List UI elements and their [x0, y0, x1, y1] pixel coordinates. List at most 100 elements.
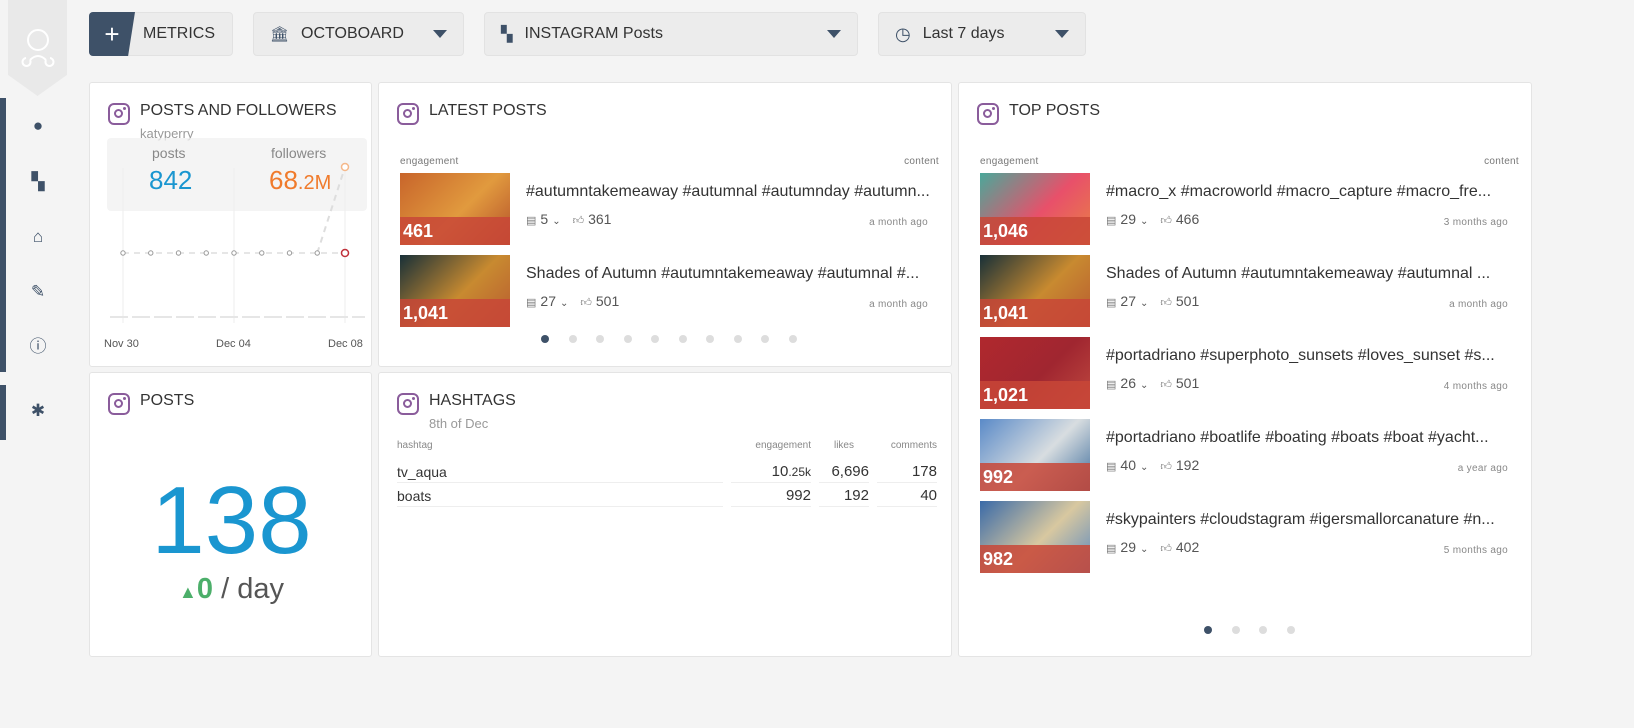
post-item[interactable]: 1,046 #macro_x #macroworld #macro_capture…	[980, 173, 1530, 245]
per-day-label: / day	[221, 573, 284, 605]
pagination-dot[interactable]	[733, 335, 742, 343]
instagram-icon	[397, 103, 419, 125]
post-caption[interactable]: #portadriano #boatlife #boating #boats #…	[1106, 429, 1511, 447]
engagement-value: 992	[785, 487, 811, 504]
expand-comments-icon[interactable]: ⌄	[1140, 462, 1148, 473]
post-thumbnail[interactable]: 1,041	[980, 255, 1090, 327]
likes-count: 501	[595, 293, 620, 309]
table-row[interactable]: boats 992 192 40	[397, 483, 937, 507]
likes-count: 501	[1175, 293, 1200, 309]
pagination-dot[interactable]	[678, 335, 687, 343]
expand-comments-icon[interactable]: ⌄	[1140, 298, 1148, 309]
like-icon: 👍︎	[580, 297, 592, 309]
pagination-dot[interactable]	[541, 335, 549, 343]
engagement-value: 1,041	[983, 303, 1029, 323]
post-age: a month ago	[1449, 299, 1508, 310]
pagination-dot[interactable]	[788, 335, 797, 343]
column-header: content	[904, 156, 939, 167]
pagination-dot[interactable]	[623, 335, 632, 343]
engagement-value: 1,021	[983, 385, 1029, 405]
post-thumbnail[interactable]: 982	[980, 501, 1090, 573]
column-header: engagement	[400, 156, 459, 167]
post-thumbnail[interactable]: 1,046	[980, 173, 1090, 245]
followers-point	[340, 162, 350, 172]
octoboard-logo[interactable]	[8, 0, 67, 96]
posts-point	[286, 250, 293, 256]
date-range-select[interactable]: ◷ Last 7 days	[878, 12, 1086, 56]
source-select[interactable]: ▚ INSTAGRAM Posts	[484, 12, 858, 56]
engagement-suffix: .25k	[788, 465, 811, 479]
comments-count: 5	[540, 211, 549, 227]
post-caption[interactable]: Shades of Autumn #autumntakemeaway #autu…	[1106, 265, 1511, 283]
comment-icon: ▤	[1106, 461, 1117, 473]
post-thumbnail[interactable]: 1,021	[980, 337, 1090, 409]
user-circle-icon[interactable]: ●	[28, 116, 48, 136]
expand-comments-icon[interactable]: ⌄	[1140, 544, 1148, 555]
post-thumbnail[interactable]: 992	[980, 419, 1090, 491]
caret-down-icon	[827, 30, 841, 38]
posts-followers-widget: POSTS AND FOLLOWERS katyperry posts 842 …	[89, 82, 372, 367]
pagination-dot[interactable]	[596, 335, 604, 343]
expand-comments-icon[interactable]: ⌄	[552, 216, 560, 227]
top-posts-widget: TOP POSTS engagement content 1,046 #macro…	[958, 82, 1532, 657]
metrics-label: METRICS	[143, 25, 215, 42]
post-caption[interactable]: Shades of Autumn #autumntakemeaway #autu…	[526, 265, 931, 283]
expand-comments-icon[interactable]: ⌄	[1140, 380, 1148, 391]
pagination-dot[interactable]	[651, 335, 659, 343]
pagination-dot[interactable]	[761, 335, 769, 343]
bank-icon[interactable]: ⌂	[28, 227, 48, 247]
post-item[interactable]: 461 #autumntakemeaway #autumnal #autumnda…	[400, 173, 950, 245]
posts-point	[314, 250, 320, 256]
pagination-dot[interactable]	[1204, 626, 1212, 634]
plug-icon[interactable]: ✎	[28, 282, 48, 302]
comments-cell: 178	[877, 459, 937, 483]
dashboard-icon[interactable]: ▚	[28, 172, 48, 192]
table-row[interactable]: tv_aqua 10.25k 6,696 178	[397, 459, 937, 483]
hashtags-table: hashtag engagement likes comments tv_aqu…	[389, 440, 945, 507]
comments-count: 29	[1120, 211, 1136, 227]
bug-icon[interactable]: ✱	[28, 401, 48, 421]
post-age: 4 months ago	[1443, 381, 1508, 392]
expand-comments-icon[interactable]: ⌄	[1140, 216, 1148, 227]
like-icon: 👍︎	[1160, 543, 1172, 555]
pagination-dot[interactable]	[568, 335, 577, 343]
post-item[interactable]: 1,041 Shades of Autumn #autumntakemeaway …	[400, 255, 950, 327]
posts-widget: POSTS 138 ▲0 / day	[89, 372, 372, 657]
post-caption[interactable]: #autumntakemeaway #autumnal #autumnday #…	[526, 183, 931, 201]
like-icon: 👍︎	[1160, 461, 1172, 473]
comment-icon: ▤	[526, 297, 537, 309]
instagram-icon	[977, 103, 999, 125]
post-age: a year ago	[1457, 463, 1508, 474]
x-tick-label: Dec 04	[216, 338, 251, 350]
post-item[interactable]: 992 #portadriano #boatlife #boating #boat…	[980, 419, 1530, 491]
pagination-dot[interactable]	[706, 335, 714, 343]
post-caption[interactable]: #macro_x #macroworld #macro_capture #mac…	[1106, 183, 1511, 201]
expand-comments-icon[interactable]: ⌄	[560, 298, 568, 309]
post-caption[interactable]: #portadriano #superphoto_sunsets #loves_…	[1106, 347, 1511, 365]
post-item[interactable]: 1,041 Shades of Autumn #autumntakemeaway …	[980, 255, 1530, 327]
like-icon: 👍︎	[1160, 215, 1172, 227]
post-age: 5 months ago	[1443, 545, 1508, 556]
post-stats: ▤ 26 ⌄ 👍︎ 501	[1106, 375, 1203, 391]
post-item[interactable]: 982 #skypainters #cloudstagram #igersmall…	[980, 501, 1530, 573]
info-icon[interactable]: ⓘ	[28, 337, 48, 357]
dashboard-select[interactable]: 🏛 OCTOBOARD	[253, 12, 464, 56]
post-thumbnail[interactable]: 1,041	[400, 255, 510, 327]
widget-title: POSTS	[140, 392, 195, 409]
pagination-dot[interactable]	[1231, 626, 1240, 634]
post-stats: ▤ 29 ⌄ 👍︎ 402	[1106, 539, 1203, 555]
posts-point	[203, 250, 209, 256]
comments-count: 27	[540, 293, 556, 309]
column-header: engagement	[980, 156, 1039, 167]
comments-cell: 40	[877, 483, 937, 507]
sidebar-active-bar	[0, 98, 6, 372]
date-range-value: Last 7 days	[922, 25, 1005, 42]
pagination-dot[interactable]	[1286, 626, 1295, 634]
pagination-dot[interactable]	[1259, 626, 1267, 634]
engagement-value: 461	[403, 221, 434, 241]
post-item[interactable]: 1,021 #portadriano #superphoto_sunsets #l…	[980, 337, 1530, 409]
add-metrics-button[interactable]: + METRICS	[89, 12, 233, 56]
post-caption[interactable]: #skypainters #cloudstagram #igersmallorc…	[1106, 511, 1511, 529]
engagement-cell: 992	[731, 483, 811, 507]
post-thumbnail[interactable]: 461	[400, 173, 510, 245]
